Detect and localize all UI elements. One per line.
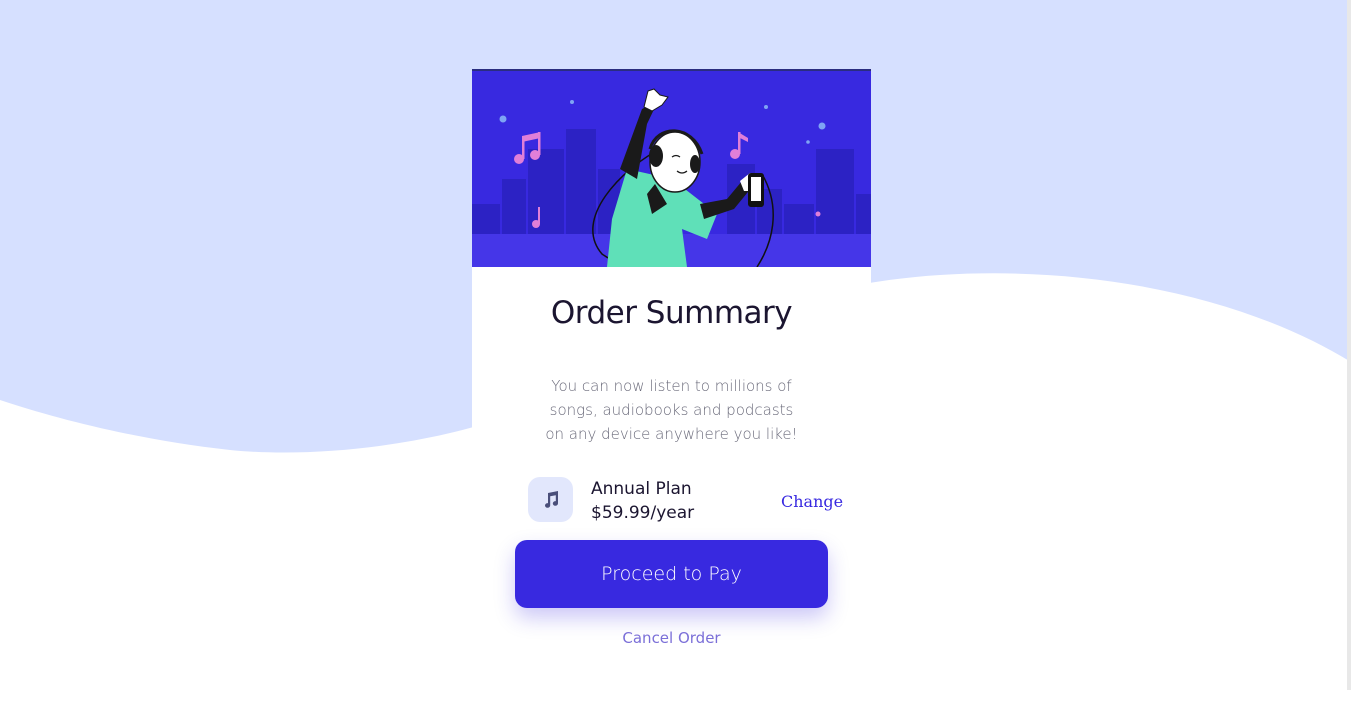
cancel-order-link[interactable]: Cancel Order bbox=[472, 629, 871, 647]
hero-illustration bbox=[472, 69, 871, 267]
order-description: You can now listen to millions of songs,… bbox=[545, 377, 798, 443]
page-title: Order Summary bbox=[550, 295, 793, 331]
plan-price: $59.99/year bbox=[591, 503, 695, 523]
proceed-to-pay-button[interactable]: Proceed to Pay bbox=[515, 540, 828, 608]
person-listening-music-illustration bbox=[472, 69, 871, 267]
change-plan-link[interactable]: Change bbox=[781, 492, 843, 511]
plan-row: Annual Plan $59.99/year Change bbox=[528, 476, 843, 524]
scrollbar-track[interactable] bbox=[1347, 0, 1351, 690]
order-summary-card: Order Summary You can now listen to mill… bbox=[472, 69, 871, 709]
hero-top-line bbox=[472, 69, 871, 71]
plan-name: Annual Plan bbox=[591, 479, 692, 499]
plan-icon-box bbox=[528, 477, 573, 522]
music-note-icon bbox=[544, 490, 558, 508]
